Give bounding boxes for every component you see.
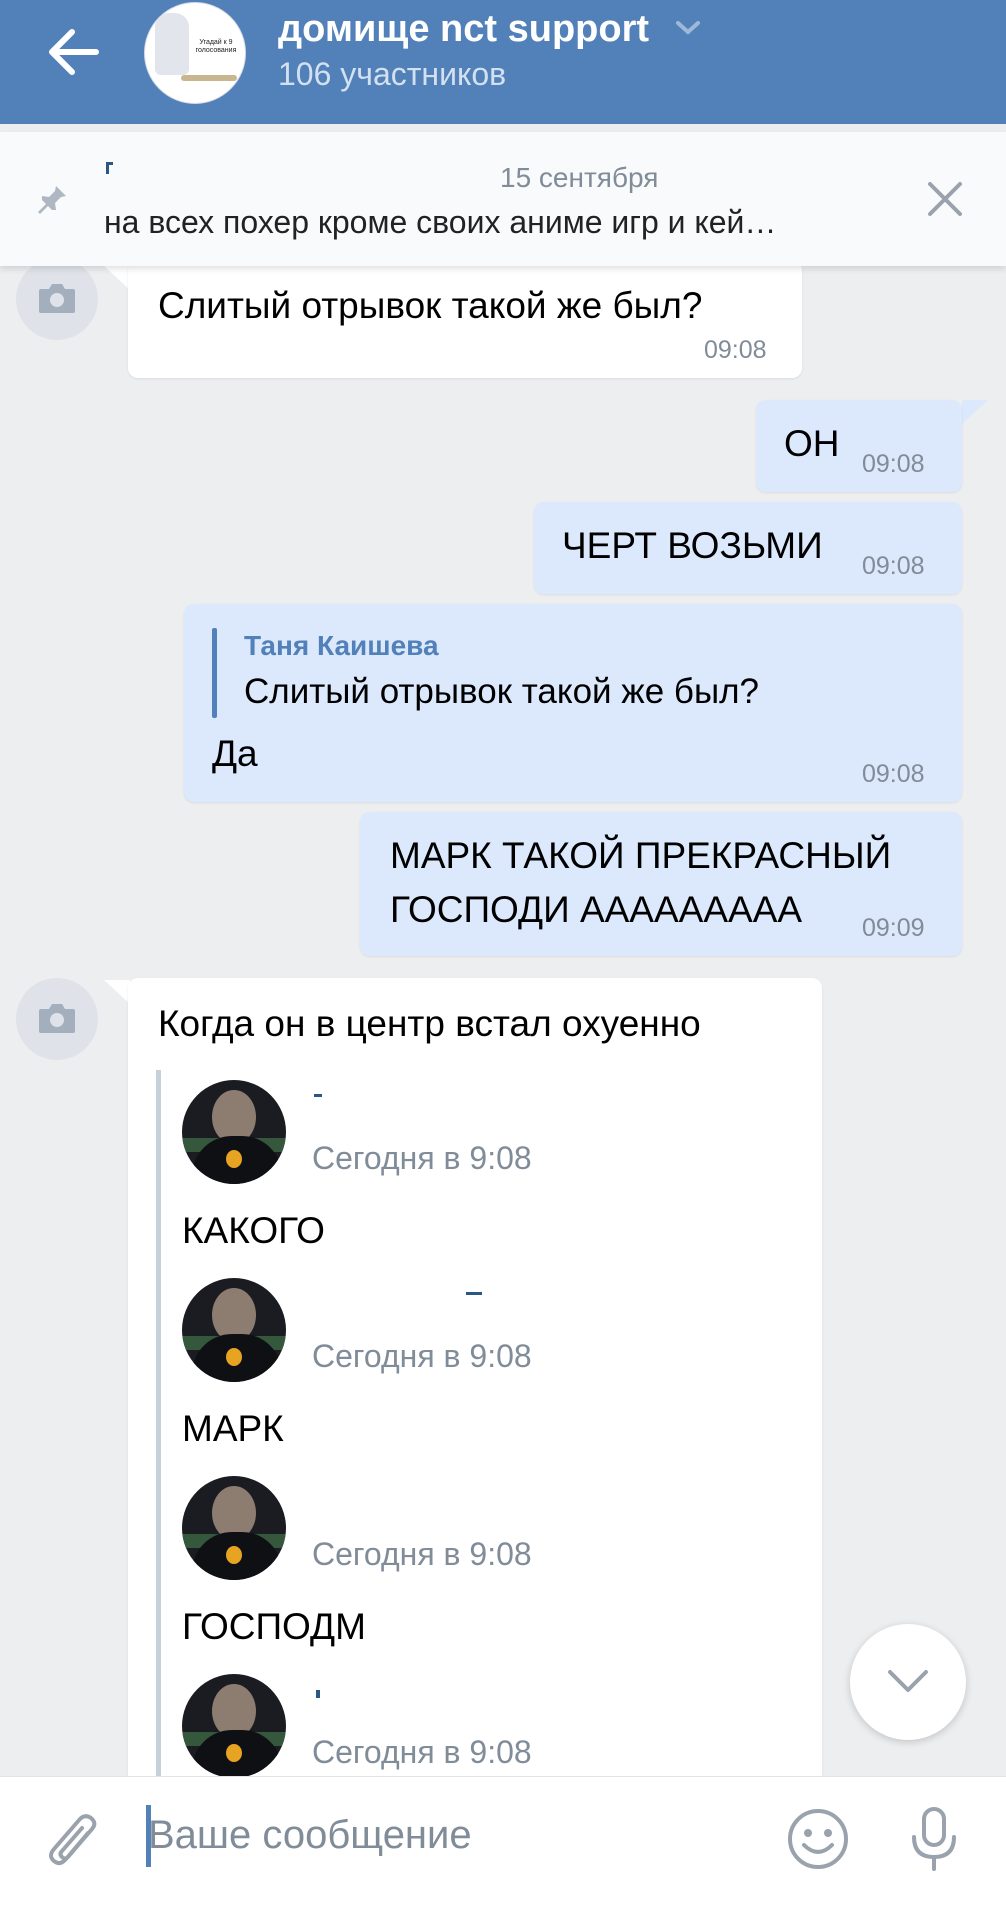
camera-icon[interactable] xyxy=(16,258,98,340)
forwarded-time: Сегодня в 9:08 xyxy=(312,1338,532,1374)
forwarded-quote-bar xyxy=(156,1070,161,1776)
reply-author[interactable]: Таня Каишева xyxy=(244,630,439,662)
message-composer xyxy=(0,1776,1006,1920)
reply-quote-bar xyxy=(212,628,217,718)
microphone-icon[interactable] xyxy=(906,1805,962,1878)
message-time: 09:08 xyxy=(862,450,925,478)
chat-avatar[interactable]: Угадай к 9 голосования xyxy=(144,2,246,104)
forwarded-avatar[interactable] xyxy=(182,1278,286,1382)
bubble-tail xyxy=(104,980,130,1004)
forwarded-time: Сегодня в 9:08 xyxy=(312,1734,532,1770)
forwarded-avatar[interactable] xyxy=(182,1080,286,1184)
forwarded-text: ГОСПОДМ xyxy=(182,1606,366,1647)
scroll-down-button[interactable] xyxy=(850,1624,966,1740)
emoji-icon[interactable] xyxy=(786,1807,850,1876)
forwarded-avatar[interactable] xyxy=(182,1476,286,1580)
chat-title[interactable]: домище nct support xyxy=(278,8,649,51)
back-arrow-icon[interactable] xyxy=(44,28,104,76)
chevron-down-icon xyxy=(888,1670,928,1692)
bubble-tail xyxy=(104,266,130,290)
forwarded-time: Сегодня в 9:08 xyxy=(312,1536,532,1572)
message-text-line2: ГОСПОДИ ААААААААА xyxy=(390,889,803,930)
outgoing-reply-message[interactable]: Таня Каишева Слитый отрывок такой же был… xyxy=(184,604,962,802)
message-input[interactable] xyxy=(148,1799,758,1871)
forwarded-author[interactable] xyxy=(316,1690,320,1698)
forwarded-time: Сегодня в 9:08 xyxy=(312,1140,532,1176)
close-icon[interactable] xyxy=(922,176,968,222)
avatar-caption: Угадай к 9 голосования xyxy=(195,39,237,54)
message-time: 09:08 xyxy=(704,336,767,364)
outgoing-message[interactable]: МАРК ТАКОЙ ПРЕКРАСНЫЙ ГОСПОДИ ААААААААА … xyxy=(360,812,962,956)
pinned-message[interactable]: 15 сентября на всех похер кроме своих ан… xyxy=(0,132,1006,266)
chevron-down-icon[interactable] xyxy=(674,18,702,38)
camera-icon[interactable] xyxy=(16,978,98,1060)
message-time: 09:09 xyxy=(862,914,925,942)
forwarded-text: КАКОГО xyxy=(182,1210,325,1251)
avatar-figure xyxy=(155,13,189,75)
forwarded-author[interactable] xyxy=(466,1292,482,1295)
bubble-tail xyxy=(962,400,988,424)
forwarded-avatar[interactable] xyxy=(182,1674,286,1778)
forwarded-author[interactable] xyxy=(314,1094,322,1097)
incoming-forwarded-message[interactable]: Когда он в центр встал охуенно Сегодня в… xyxy=(128,978,822,1778)
incoming-message[interactable]: Слитый отрывок такой же был? 09:08 xyxy=(128,260,802,378)
paperclip-icon[interactable] xyxy=(44,1813,102,1884)
message-text: ОН xyxy=(784,423,840,464)
pinned-text: на всех похер кроме своих аниме игр и ке… xyxy=(104,204,777,240)
reply-text: Слитый отрывок такой же был? xyxy=(244,672,760,711)
message-time: 09:08 xyxy=(862,552,925,580)
message-text: Когда он в центр встал охуенно xyxy=(158,1003,701,1044)
pinned-date: 15 сентября xyxy=(500,162,659,193)
message-text: ЧЕРТ ВОЗЬМИ xyxy=(562,525,823,566)
message-text-line1: МАРК ТАКОЙ ПРЕКРАСНЫЙ xyxy=(390,835,892,876)
outgoing-message[interactable]: ОН 09:08 xyxy=(756,400,962,492)
avatar-bar xyxy=(181,75,237,81)
chat-member-count: 106 участников xyxy=(278,56,507,92)
message-time: 09:08 xyxy=(862,760,925,788)
message-text: Слитый отрывок такой же был? xyxy=(158,285,703,326)
chat-header: Угадай к 9 голосования домище nct suppor… xyxy=(0,0,1006,124)
outgoing-message[interactable]: ЧЕРТ ВОЗЬМИ 09:08 xyxy=(534,502,962,594)
message-text: Да xyxy=(212,733,258,774)
forwarded-text: МАРК xyxy=(182,1408,284,1449)
pinned-author xyxy=(106,162,113,174)
pin-icon xyxy=(34,180,70,216)
